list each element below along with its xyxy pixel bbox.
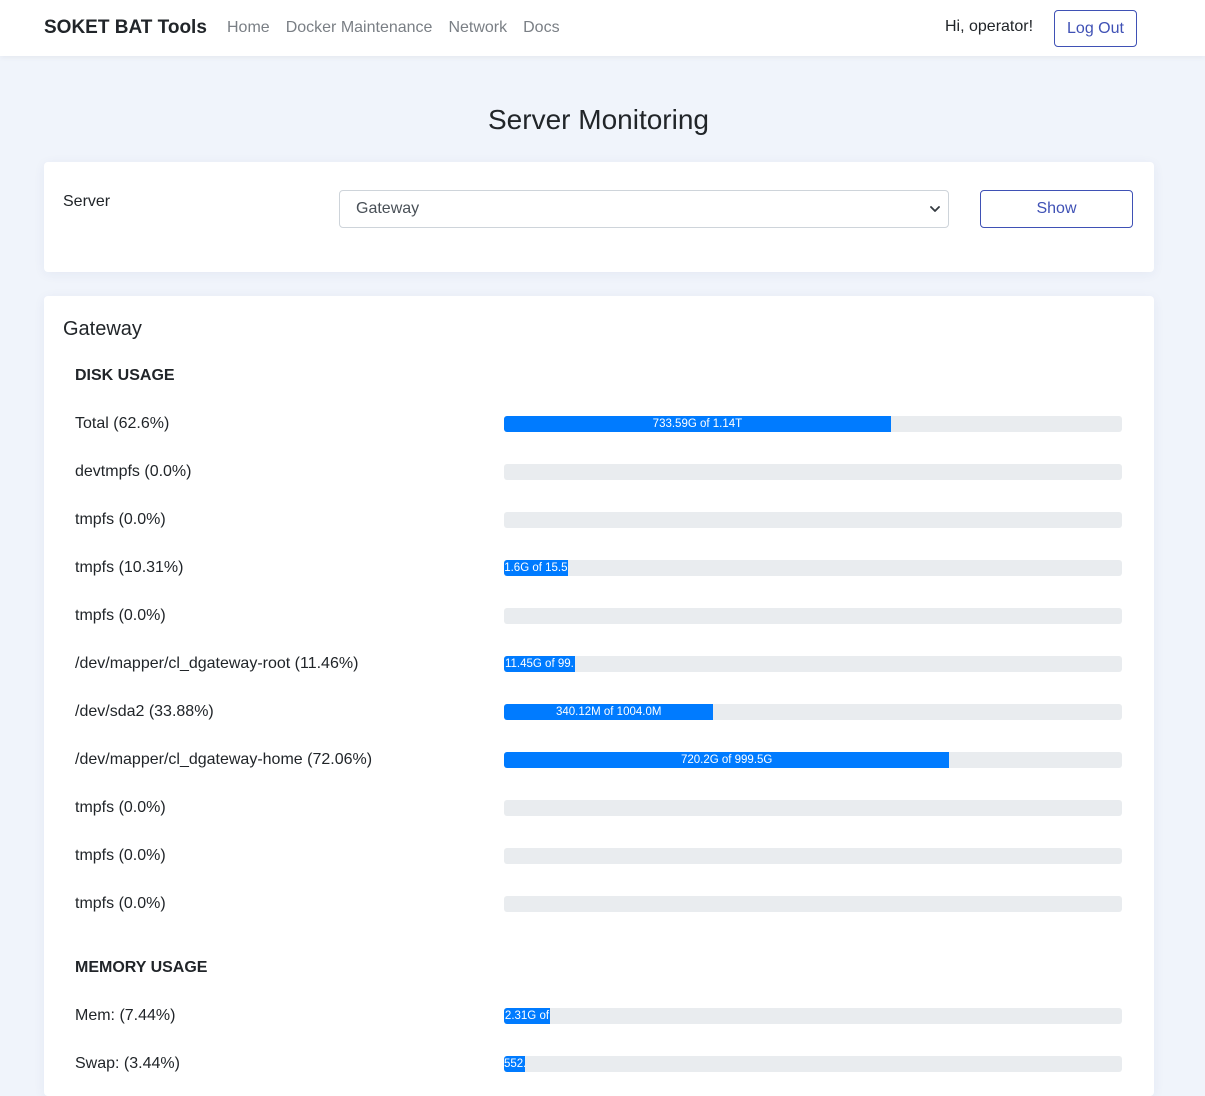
disk-progress-fill: 1.6G of 15.5 xyxy=(504,560,568,576)
top-navbar: SOKET BAT Tools Home Docker Maintenance … xyxy=(0,0,1205,56)
disk-progress-fill: 11.45G of 99. xyxy=(504,656,575,672)
user-greeting: Hi, operator! xyxy=(945,18,1034,35)
nav-link-docker-maintenance[interactable]: Docker Maintenance xyxy=(286,19,433,37)
disk-label: /dev/mapper/cl_dgateway-root (11.46%) xyxy=(75,655,359,672)
disk-progress-bar: 733.59G of 1.14T xyxy=(504,416,1122,432)
disk-label: tmpfs (0.0%) xyxy=(75,607,166,624)
disk-label: devtmpfs (0.0%) xyxy=(75,463,192,480)
disk-label: tmpfs (0.0%) xyxy=(75,799,166,816)
disk-row: /dev/sda2 (33.88%) 340.12M of 1004.0M xyxy=(44,700,1154,724)
server-select[interactable]: Gateway xyxy=(339,190,949,228)
disk-progress-bar xyxy=(504,512,1122,528)
memory-progress-bar: 552. xyxy=(504,1056,1122,1072)
disk-usage-heading: DISK USAGE xyxy=(75,367,175,384)
server-select-value: Gateway xyxy=(356,200,420,217)
disk-progress-bar xyxy=(504,848,1122,864)
disk-row: Total (62.6%) 733.59G of 1.14T xyxy=(44,412,1154,436)
disk-row: tmpfs (0.0%) xyxy=(44,604,1154,628)
disk-progress-bar xyxy=(504,608,1122,624)
chevron-down-icon xyxy=(930,206,940,212)
server-detail-card: Gateway DISK USAGE Total (62.6%) 733.59G… xyxy=(44,296,1154,1096)
server-select-card: Server Gateway Show xyxy=(44,162,1154,272)
disk-row: tmpfs (0.0%) xyxy=(44,844,1154,868)
disk-label: Total (62.6%) xyxy=(75,415,170,432)
server-name-heading: Gateway xyxy=(63,318,142,340)
logout-button[interactable]: Log Out xyxy=(1054,10,1137,47)
disk-label: tmpfs (10.31%) xyxy=(75,559,184,576)
disk-label: tmpfs (0.0%) xyxy=(75,847,166,864)
disk-row: tmpfs (10.31%) 1.6G of 15.5 xyxy=(44,556,1154,580)
memory-row: Mem: (7.44%) 2.31G of xyxy=(44,1004,1154,1028)
disk-progress-fill: 340.12M of 1004.0M xyxy=(504,704,714,720)
disk-progress-bar xyxy=(504,464,1122,480)
disk-row: /dev/mapper/cl_dgateway-home (72.06%) 72… xyxy=(44,748,1154,772)
page-title: Server Monitoring xyxy=(488,104,709,135)
nav-link-docs[interactable]: Docs xyxy=(523,19,559,37)
disk-label: /dev/mapper/cl_dgateway-home (72.06%) xyxy=(75,751,373,768)
brand-link[interactable]: SOKET BAT Tools xyxy=(44,17,207,39)
nav-link-home[interactable]: Home xyxy=(227,19,270,37)
disk-row: devtmpfs (0.0%) xyxy=(44,460,1154,484)
disk-progress-bar: 1.6G of 15.5 xyxy=(504,560,1122,576)
disk-row: tmpfs (0.0%) xyxy=(44,796,1154,820)
disk-progress-bar: 720.2G of 999.5G xyxy=(504,752,1122,768)
server-label: Server xyxy=(63,193,111,210)
memory-usage-heading: MEMORY USAGE xyxy=(75,959,208,976)
disk-label: tmpfs (0.0%) xyxy=(75,895,166,912)
show-button[interactable]: Show xyxy=(980,190,1133,228)
disk-label: /dev/sda2 (33.88%) xyxy=(75,703,214,720)
disk-row: tmpfs (0.0%) xyxy=(44,508,1154,532)
disk-row: tmpfs (0.0%) xyxy=(44,892,1154,916)
disk-label: tmpfs (0.0%) xyxy=(75,511,166,528)
memory-progress-fill: 2.31G of xyxy=(504,1008,550,1024)
disk-row: /dev/mapper/cl_dgateway-root (11.46%) 11… xyxy=(44,652,1154,676)
disk-progress-bar: 11.45G of 99. xyxy=(504,656,1122,672)
memory-label: Swap: (3.44%) xyxy=(75,1055,180,1072)
memory-label: Mem: (7.44%) xyxy=(75,1007,176,1024)
memory-progress-bar: 2.31G of xyxy=(504,1008,1122,1024)
memory-progress-fill: 552. xyxy=(504,1056,526,1072)
nav-links: Home Docker Maintenance Network Docs xyxy=(227,19,560,37)
disk-progress-fill: 733.59G of 1.14T xyxy=(504,416,891,432)
disk-progress-bar xyxy=(504,896,1122,912)
nav-link-network[interactable]: Network xyxy=(448,19,507,37)
disk-progress-bar: 340.12M of 1004.0M xyxy=(504,704,1122,720)
memory-row: Swap: (3.44%) 552. xyxy=(44,1052,1154,1076)
disk-progress-fill: 720.2G of 999.5G xyxy=(504,752,950,768)
disk-progress-bar xyxy=(504,800,1122,816)
